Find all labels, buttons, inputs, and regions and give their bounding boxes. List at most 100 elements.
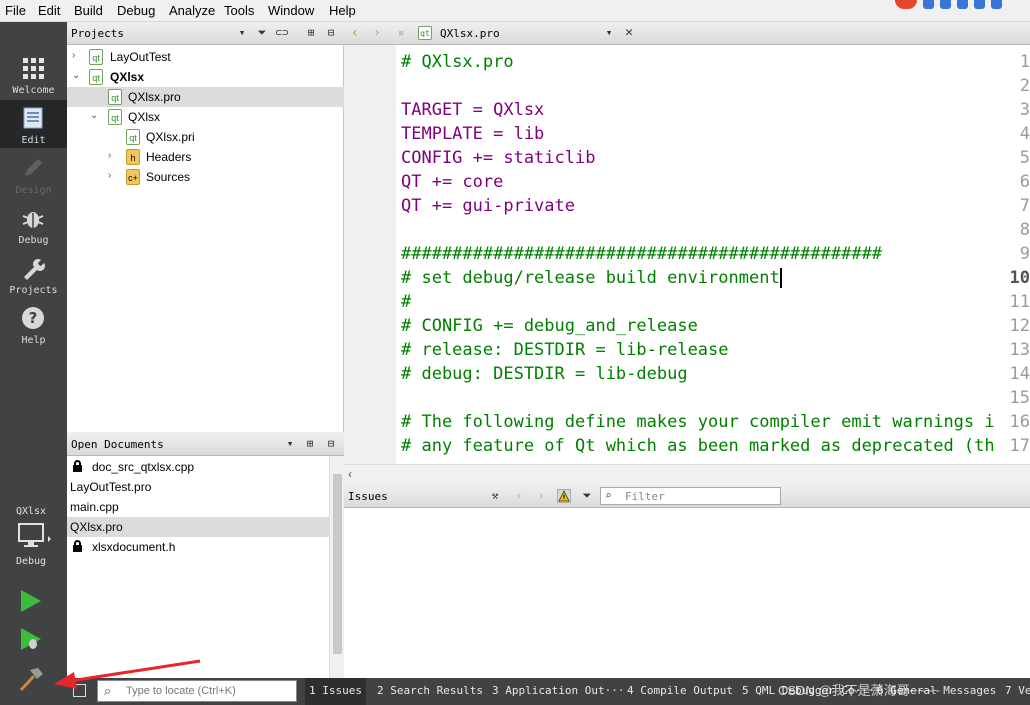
output-tab-issues[interactable]: 1 Issues — [305, 678, 366, 705]
list-item[interactable]: doc_src_qtxlsx.cpp — [67, 457, 329, 477]
previous-icon[interactable]: ‹ — [512, 489, 526, 503]
chevron-down-icon[interactable]: ⌄ — [90, 110, 102, 121]
project-file-icon: qt — [89, 69, 103, 85]
document-name: xlsxdocument.h — [92, 540, 176, 554]
line-number: 13 — [1009, 340, 1030, 360]
code-line: # The following define makes your compil… — [401, 412, 995, 432]
tree-item-qxlsx-pro[interactable]: qt QXlsx.pro — [67, 87, 344, 107]
editor-file-name[interactable]: QXlsx.pro — [440, 27, 500, 40]
kit-selector[interactable] — [18, 522, 52, 552]
tree-item-sources[interactable]: › c+ Sources — [67, 167, 344, 187]
scroll-left-icon[interactable]: ‹ — [348, 467, 352, 481]
tray-icon[interactable] — [923, 0, 934, 9]
close-icon[interactable]: ✕ — [622, 26, 636, 40]
monitor-icon — [18, 523, 51, 547]
open-documents-header: Open Documents ▾ ⊞ ⊟ — [67, 433, 344, 456]
line-number: 14 — [1009, 364, 1030, 384]
document-name: LayOutTest.pro — [70, 480, 152, 494]
list-item[interactable]: main.cpp — [67, 497, 329, 517]
document-name: main.cpp — [70, 500, 119, 514]
tree-item-headers[interactable]: › h Headers — [67, 147, 344, 167]
line-number: 11 — [1009, 292, 1030, 312]
mode-projects[interactable]: Projects — [0, 250, 67, 298]
chevron-down-icon[interactable]: ⌄ — [72, 70, 84, 81]
split-icon[interactable]: ⊞ — [303, 437, 317, 451]
back-arrow-icon[interactable]: ‹ — [348, 26, 362, 40]
tree-item-qxlsx-pri[interactable]: qt QXlsx.pri — [67, 127, 344, 147]
run-button[interactable] — [18, 588, 44, 614]
editor-horizontal-scrollbar[interactable]: ‹ — [344, 464, 1030, 485]
code-line: QT += gui-private — [401, 196, 575, 216]
tray-icon[interactable] — [991, 0, 1002, 9]
close-pane-icon[interactable]: ⊟ — [324, 437, 338, 451]
tree-item-label: QXlsx — [128, 110, 161, 124]
menu-build[interactable]: Build — [74, 3, 103, 18]
menu-help[interactable]: Help — [329, 3, 356, 18]
menu-bar: File Edit Build Debug Analyze Tools Wind… — [0, 0, 1030, 22]
list-item[interactable]: QXlsx.pro — [67, 517, 329, 537]
line-number: 6 — [1019, 172, 1030, 192]
link-icon[interactable]: ⊂⊃ — [275, 26, 289, 40]
line-number: 4 — [1019, 124, 1030, 144]
menu-analyze[interactable]: Analyze — [169, 3, 215, 18]
chevron-right-icon[interactable]: › — [108, 150, 120, 161]
code-editor[interactable]: 1 2 3 4 5 6 7 8 9 10 11 12 13 14 15 16 1… — [344, 45, 1030, 464]
tree-item-layouttest[interactable]: › qt LayOutTest — [67, 47, 344, 67]
next-icon[interactable]: › — [534, 489, 548, 503]
projects-pane-header: Projects ▾ ⏷ ⊂⊃ ⊞ ⊟ — [67, 22, 344, 45]
mode-help[interactable]: ? Help — [0, 300, 67, 348]
tree-item-label: Headers — [146, 150, 192, 164]
mode-label: Welcome — [12, 85, 55, 96]
project-tree: › qt LayOutTest ⌄ qt QXlsx qt QXlsx.pro … — [67, 45, 344, 432]
menu-edit[interactable]: Edit — [38, 3, 60, 18]
chevron-right-icon[interactable]: › — [72, 50, 84, 61]
chevron-right-icon[interactable]: › — [108, 170, 120, 181]
mode-design[interactable]: Design — [0, 150, 67, 198]
warning-triangle-icon — [558, 490, 570, 502]
tray-icon[interactable] — [974, 0, 985, 9]
search-icon: ⌕ — [605, 489, 612, 502]
issues-pane-header: Issues ⚒ ‹ › ⏷ ⌕ Filter — [344, 485, 1030, 508]
list-item[interactable]: xlsxdocument.h — [67, 537, 329, 557]
code-line: # debug: DESTDIR = lib-debug — [401, 364, 688, 384]
ime-icon[interactable] — [895, 0, 917, 9]
chevron-down-icon[interactable]: ▾ — [235, 26, 249, 40]
tray-icon[interactable] — [940, 0, 951, 9]
tree-item-qxlsx-project[interactable]: ⌄ qt QXlsx — [67, 67, 344, 87]
open-documents-scrollbar[interactable] — [329, 456, 344, 678]
output-tab-compile-output[interactable]: 4 Compile Output — [627, 684, 733, 697]
debug-run-button[interactable] — [18, 626, 44, 652]
menu-file[interactable]: File — [5, 3, 26, 18]
system-tray — [895, 0, 1002, 10]
chevron-down-icon[interactable]: ▾ — [602, 26, 616, 40]
close-pane-icon[interactable]: ⊟ — [324, 26, 338, 40]
mode-debug[interactable]: Debug — [0, 200, 67, 248]
warning-icon[interactable] — [557, 489, 571, 503]
scrollbar-thumb[interactable] — [333, 474, 342, 654]
output-tab-version-control[interactable]: 7 Ve — [1005, 684, 1030, 697]
issues-filter-input[interactable]: ⌕ Filter — [600, 487, 781, 505]
list-item[interactable]: LayOutTest.pro — [67, 477, 329, 497]
mode-welcome[interactable]: Welcome — [0, 50, 67, 98]
split-icon[interactable]: ⊞ — [304, 26, 318, 40]
line-number: 5 — [1019, 148, 1030, 168]
code-line: # release: DESTDIR = lib-release — [401, 340, 729, 360]
mode-edit[interactable]: Edit — [0, 100, 67, 148]
menu-debug[interactable]: Debug — [117, 3, 155, 18]
menu-tools[interactable]: Tools — [224, 3, 254, 18]
output-tab-application-output[interactable]: 3 Application Out··· — [492, 684, 624, 697]
filter-icon[interactable]: ⏷ — [580, 489, 594, 503]
lock-icon — [73, 540, 82, 552]
menu-window[interactable]: Window — [268, 3, 314, 18]
tree-item-qxlsx-folder[interactable]: ⌄ qt QXlsx — [67, 107, 344, 127]
output-tab-search-results[interactable]: 2 Search Results — [377, 684, 483, 697]
tree-item-label: Sources — [146, 170, 191, 184]
code-line: ########################################… — [401, 244, 883, 264]
lock-icon[interactable]: ▪ — [394, 26, 408, 40]
tree-item-label: QXlsx — [110, 70, 145, 84]
tray-icon[interactable] — [957, 0, 968, 9]
chevron-down-icon[interactable]: ▾ — [283, 437, 297, 451]
forward-arrow-icon[interactable]: › — [370, 26, 384, 40]
filter-icon[interactable]: ⏷ — [255, 26, 269, 40]
clean-icon[interactable]: ⚒ — [488, 489, 502, 503]
